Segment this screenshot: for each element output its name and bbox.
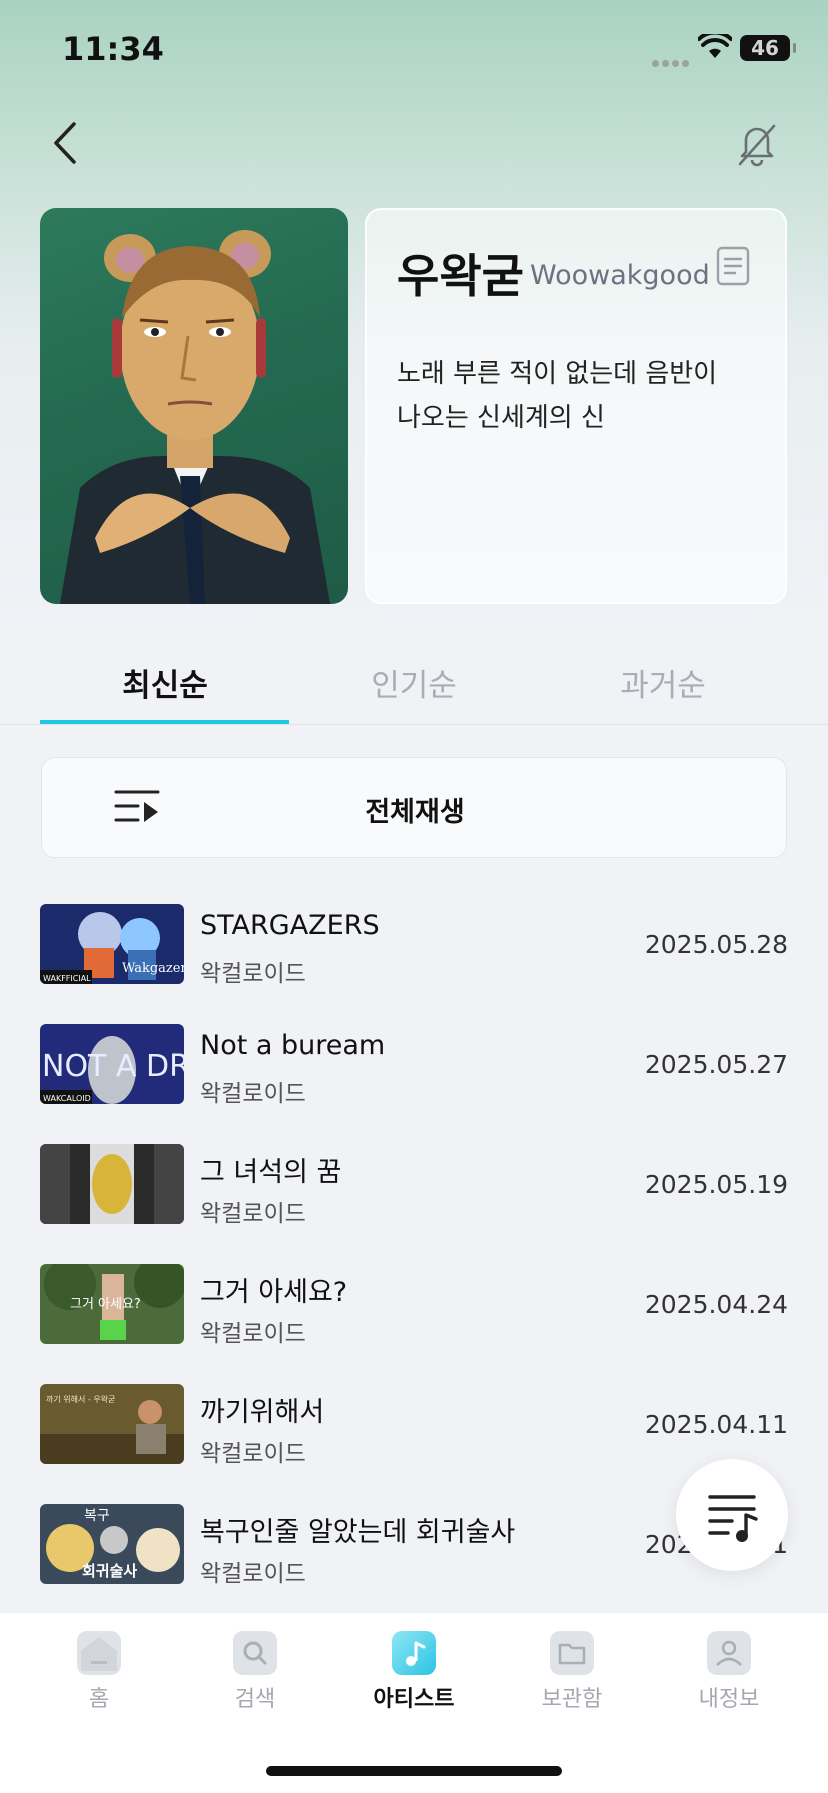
song-thumbnail: NOT A DREAM WAKCALOID [40, 1024, 184, 1104]
nav-library[interactable]: 보관함 [512, 1631, 632, 1713]
song-artist: 왁컬로이드 [200, 1081, 306, 1107]
artist-info-card: 우왁굳 Woowakgood 노래 부른 적이 없는데 음반이 나오는 신세계의… [365, 208, 787, 604]
play-all-button[interactable]: 전체재생 [41, 757, 787, 858]
cellular-signal-icon [652, 52, 692, 67]
song-date: 2025.05.28 [644, 930, 788, 959]
song-row[interactable]: 그 녀석의 꿈 왁컬로이드 2025.05.19 [0, 1120, 828, 1240]
song-thumbnail: 그거 아세요? [40, 1264, 184, 1344]
back-button[interactable] [44, 118, 84, 168]
playlist-music-icon [708, 1495, 758, 1542]
svg-text:그거 아세요?: 그거 아세요? [70, 1297, 141, 1312]
nav-home[interactable]: 홈 [39, 1631, 159, 1713]
song-title: STARGAZERS [200, 910, 380, 941]
folder-icon [550, 1631, 594, 1675]
svg-text:WAKCALOID: WAKCALOID [43, 1094, 91, 1103]
artist-music-icon [392, 1631, 436, 1675]
tab-popular[interactable]: 인기순 [289, 660, 539, 705]
tab-latest[interactable]: 최신순 [40, 660, 290, 705]
nav-label: 내정보 [698, 1687, 760, 1712]
song-date: 2025.04.11 [644, 1410, 788, 1439]
home-icon [77, 1631, 121, 1675]
nav-label: 보관함 [541, 1687, 603, 1712]
wifi-icon [698, 34, 732, 58]
nav-label: 검색 [234, 1687, 276, 1712]
song-date: 2025.05.27 [644, 1050, 788, 1079]
artist-avatar-illustration [60, 230, 330, 604]
song-title: 까기위해서 [200, 1397, 325, 1428]
home-indicator [266, 1766, 562, 1776]
play-all-label: 전체재생 [365, 797, 465, 828]
svg-text:WAKFFICIAL: WAKFFICIAL [43, 974, 91, 983]
document-icon[interactable] [715, 246, 751, 286]
search-icon [233, 1631, 277, 1675]
song-artist: 왁컬로이드 [200, 961, 306, 987]
nav-label: 홈 [88, 1687, 110, 1712]
tab-oldest[interactable]: 과거순 [538, 660, 788, 705]
song-artist: 왁컬로이드 [200, 1321, 306, 1347]
artist-description: 노래 부른 적이 없는데 음반이 나오는 신세계의 신 [397, 359, 718, 433]
song-date: 2025.04.24 [644, 1290, 788, 1319]
song-thumbnail: Wakgazers WAKFFICIAL [40, 904, 184, 984]
active-tab-indicator [40, 720, 289, 724]
song-date: 2025.05.19 [644, 1170, 788, 1199]
profile-icon [707, 1631, 751, 1675]
song-thumbnail: 복구 회귀술사 [40, 1504, 184, 1584]
artist-name: 우왁굳 [397, 249, 524, 303]
song-thumbnail: 까기 위해서 - 우왁굳 [40, 1384, 184, 1464]
svg-text:Wakgazers: Wakgazers [122, 961, 184, 976]
svg-text:회귀술사: 회귀술사 [82, 1562, 137, 1580]
nav-label: 아티스트 [373, 1687, 455, 1712]
song-row[interactable]: 그거 아세요? 그거 아세요? 왁컬로이드 2025.04.24 [0, 1240, 828, 1360]
song-title: 복구인줄 알았는데 회귀술사 [200, 1517, 516, 1548]
svg-text:NOT A DREAM: NOT A DREAM [42, 1049, 184, 1084]
nav-my-info[interactable]: 내정보 [669, 1631, 789, 1713]
svg-text:복구: 복구 [84, 1508, 110, 1524]
sort-tabs: 최신순 인기순 과거순 [0, 650, 828, 725]
nav-search[interactable]: 검색 [195, 1631, 315, 1713]
song-artist: 왁컬로이드 [200, 1441, 306, 1467]
song-row[interactable]: Wakgazers WAKFFICIAL STARGAZERS 왁컬로이드 20… [0, 880, 828, 1000]
song-thumbnail [40, 1144, 184, 1224]
status-bar: 11:34 46 [0, 0, 828, 100]
status-time: 11:34 [62, 30, 164, 68]
playlist-button[interactable] [676, 1459, 788, 1571]
song-title: 그 녀석의 꿈 [200, 1157, 342, 1188]
svg-text:까기 위해서 - 우왁굳: 까기 위해서 - 우왁굳 [46, 1394, 115, 1404]
notification-off-button[interactable] [732, 118, 782, 168]
artist-photo [40, 208, 348, 604]
song-row[interactable]: NOT A DREAM WAKCALOID Not a buream 왁컬로이드… [0, 1000, 828, 1120]
song-title: Not a buream [200, 1030, 386, 1061]
nav-artist[interactable]: 아티스트 [354, 1631, 474, 1713]
battery-indicator: 46 [740, 35, 796, 61]
artist-english-name: Woowakgood [530, 260, 710, 291]
song-title: 그거 아세요? [200, 1277, 348, 1308]
song-artist: 왁컬로이드 [200, 1201, 306, 1227]
song-artist: 왁컬로이드 [200, 1561, 306, 1587]
